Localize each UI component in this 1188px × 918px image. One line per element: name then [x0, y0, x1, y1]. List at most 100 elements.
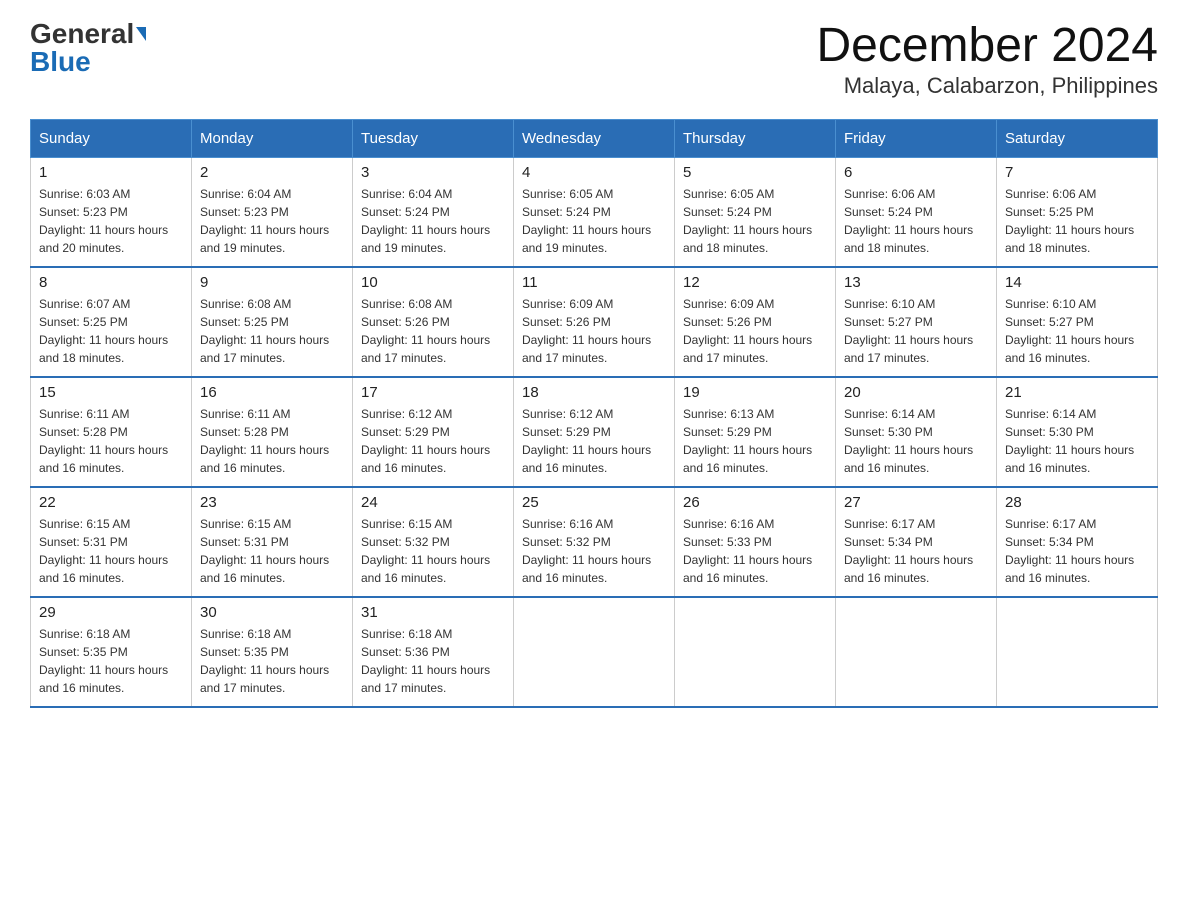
calendar-cell: 20 Sunrise: 6:14 AM Sunset: 5:30 PM Dayl…	[836, 377, 997, 487]
day-info: Sunrise: 6:12 AM Sunset: 5:29 PM Dayligh…	[361, 405, 505, 477]
day-number: 22	[39, 494, 183, 511]
day-number: 24	[361, 494, 505, 511]
day-number: 28	[1005, 494, 1149, 511]
calendar-cell: 27 Sunrise: 6:17 AM Sunset: 5:34 PM Dayl…	[836, 487, 997, 597]
day-number: 29	[39, 604, 183, 621]
day-info: Sunrise: 6:08 AM Sunset: 5:26 PM Dayligh…	[361, 295, 505, 367]
calendar-cell	[836, 597, 997, 707]
day-number: 17	[361, 384, 505, 401]
title-block: December 2024 Malaya, Calabarzon, Philip…	[816, 20, 1158, 99]
day-info: Sunrise: 6:10 AM Sunset: 5:27 PM Dayligh…	[844, 295, 988, 367]
day-number: 3	[361, 164, 505, 181]
day-info: Sunrise: 6:14 AM Sunset: 5:30 PM Dayligh…	[1005, 405, 1149, 477]
calendar-day-header: Tuesday	[353, 119, 514, 157]
day-info: Sunrise: 6:15 AM Sunset: 5:32 PM Dayligh…	[361, 515, 505, 587]
day-info: Sunrise: 6:05 AM Sunset: 5:24 PM Dayligh…	[522, 185, 666, 257]
page-header: General Blue December 2024 Malaya, Calab…	[30, 20, 1158, 99]
day-number: 16	[200, 384, 344, 401]
logo-blue-text: Blue	[30, 48, 91, 76]
day-info: Sunrise: 6:04 AM Sunset: 5:24 PM Dayligh…	[361, 185, 505, 257]
calendar-cell	[997, 597, 1158, 707]
calendar-cell: 1 Sunrise: 6:03 AM Sunset: 5:23 PM Dayli…	[31, 157, 192, 267]
calendar-cell: 18 Sunrise: 6:12 AM Sunset: 5:29 PM Dayl…	[514, 377, 675, 487]
day-number: 25	[522, 494, 666, 511]
calendar-cell: 2 Sunrise: 6:04 AM Sunset: 5:23 PM Dayli…	[192, 157, 353, 267]
day-info: Sunrise: 6:06 AM Sunset: 5:25 PM Dayligh…	[1005, 185, 1149, 257]
day-number: 7	[1005, 164, 1149, 181]
day-info: Sunrise: 6:16 AM Sunset: 5:32 PM Dayligh…	[522, 515, 666, 587]
calendar-cell: 10 Sunrise: 6:08 AM Sunset: 5:26 PM Dayl…	[353, 267, 514, 377]
calendar-day-header: Wednesday	[514, 119, 675, 157]
calendar-cell: 13 Sunrise: 6:10 AM Sunset: 5:27 PM Dayl…	[836, 267, 997, 377]
calendar-day-header: Monday	[192, 119, 353, 157]
calendar-cell: 16 Sunrise: 6:11 AM Sunset: 5:28 PM Dayl…	[192, 377, 353, 487]
calendar-cell: 9 Sunrise: 6:08 AM Sunset: 5:25 PM Dayli…	[192, 267, 353, 377]
day-number: 26	[683, 494, 827, 511]
calendar-cell: 17 Sunrise: 6:12 AM Sunset: 5:29 PM Dayl…	[353, 377, 514, 487]
calendar-cell: 23 Sunrise: 6:15 AM Sunset: 5:31 PM Dayl…	[192, 487, 353, 597]
day-info: Sunrise: 6:13 AM Sunset: 5:29 PM Dayligh…	[683, 405, 827, 477]
day-info: Sunrise: 6:03 AM Sunset: 5:23 PM Dayligh…	[39, 185, 183, 257]
day-number: 13	[844, 274, 988, 291]
day-number: 15	[39, 384, 183, 401]
day-info: Sunrise: 6:06 AM Sunset: 5:24 PM Dayligh…	[844, 185, 988, 257]
day-number: 20	[844, 384, 988, 401]
location-title: Malaya, Calabarzon, Philippines	[816, 73, 1158, 99]
calendar-cell: 5 Sunrise: 6:05 AM Sunset: 5:24 PM Dayli…	[675, 157, 836, 267]
day-number: 18	[522, 384, 666, 401]
day-info: Sunrise: 6:09 AM Sunset: 5:26 PM Dayligh…	[683, 295, 827, 367]
day-info: Sunrise: 6:12 AM Sunset: 5:29 PM Dayligh…	[522, 405, 666, 477]
calendar-header-row: SundayMondayTuesdayWednesdayThursdayFrid…	[31, 119, 1158, 157]
calendar-cell: 4 Sunrise: 6:05 AM Sunset: 5:24 PM Dayli…	[514, 157, 675, 267]
day-info: Sunrise: 6:10 AM Sunset: 5:27 PM Dayligh…	[1005, 295, 1149, 367]
calendar-week-row: 15 Sunrise: 6:11 AM Sunset: 5:28 PM Dayl…	[31, 377, 1158, 487]
calendar-cell: 29 Sunrise: 6:18 AM Sunset: 5:35 PM Dayl…	[31, 597, 192, 707]
calendar-week-row: 22 Sunrise: 6:15 AM Sunset: 5:31 PM Dayl…	[31, 487, 1158, 597]
month-title: December 2024	[816, 20, 1158, 73]
calendar-cell	[514, 597, 675, 707]
day-info: Sunrise: 6:07 AM Sunset: 5:25 PM Dayligh…	[39, 295, 183, 367]
day-number: 4	[522, 164, 666, 181]
day-number: 27	[844, 494, 988, 511]
day-info: Sunrise: 6:16 AM Sunset: 5:33 PM Dayligh…	[683, 515, 827, 587]
day-info: Sunrise: 6:18 AM Sunset: 5:35 PM Dayligh…	[39, 625, 183, 697]
calendar-cell	[675, 597, 836, 707]
day-number: 9	[200, 274, 344, 291]
calendar-cell: 30 Sunrise: 6:18 AM Sunset: 5:35 PM Dayl…	[192, 597, 353, 707]
calendar-cell: 22 Sunrise: 6:15 AM Sunset: 5:31 PM Dayl…	[31, 487, 192, 597]
day-info: Sunrise: 6:17 AM Sunset: 5:34 PM Dayligh…	[844, 515, 988, 587]
calendar-cell: 3 Sunrise: 6:04 AM Sunset: 5:24 PM Dayli…	[353, 157, 514, 267]
day-number: 5	[683, 164, 827, 181]
day-number: 21	[1005, 384, 1149, 401]
day-info: Sunrise: 6:17 AM Sunset: 5:34 PM Dayligh…	[1005, 515, 1149, 587]
day-info: Sunrise: 6:14 AM Sunset: 5:30 PM Dayligh…	[844, 405, 988, 477]
calendar-cell: 26 Sunrise: 6:16 AM Sunset: 5:33 PM Dayl…	[675, 487, 836, 597]
calendar-cell: 7 Sunrise: 6:06 AM Sunset: 5:25 PM Dayli…	[997, 157, 1158, 267]
day-number: 23	[200, 494, 344, 511]
calendar-cell: 19 Sunrise: 6:13 AM Sunset: 5:29 PM Dayl…	[675, 377, 836, 487]
day-info: Sunrise: 6:11 AM Sunset: 5:28 PM Dayligh…	[39, 405, 183, 477]
day-number: 1	[39, 164, 183, 181]
calendar-cell: 28 Sunrise: 6:17 AM Sunset: 5:34 PM Dayl…	[997, 487, 1158, 597]
day-number: 30	[200, 604, 344, 621]
day-info: Sunrise: 6:08 AM Sunset: 5:25 PM Dayligh…	[200, 295, 344, 367]
calendar-cell: 8 Sunrise: 6:07 AM Sunset: 5:25 PM Dayli…	[31, 267, 192, 377]
day-number: 19	[683, 384, 827, 401]
calendar-day-header: Saturday	[997, 119, 1158, 157]
day-info: Sunrise: 6:15 AM Sunset: 5:31 PM Dayligh…	[39, 515, 183, 587]
day-info: Sunrise: 6:11 AM Sunset: 5:28 PM Dayligh…	[200, 405, 344, 477]
calendar-cell: 31 Sunrise: 6:18 AM Sunset: 5:36 PM Dayl…	[353, 597, 514, 707]
day-number: 8	[39, 274, 183, 291]
calendar-week-row: 29 Sunrise: 6:18 AM Sunset: 5:35 PM Dayl…	[31, 597, 1158, 707]
calendar-table: SundayMondayTuesdayWednesdayThursdayFrid…	[30, 119, 1158, 709]
calendar-day-header: Thursday	[675, 119, 836, 157]
day-number: 12	[683, 274, 827, 291]
calendar-week-row: 1 Sunrise: 6:03 AM Sunset: 5:23 PM Dayli…	[31, 157, 1158, 267]
calendar-cell: 15 Sunrise: 6:11 AM Sunset: 5:28 PM Dayl…	[31, 377, 192, 487]
day-info: Sunrise: 6:18 AM Sunset: 5:36 PM Dayligh…	[361, 625, 505, 697]
day-number: 2	[200, 164, 344, 181]
calendar-cell: 12 Sunrise: 6:09 AM Sunset: 5:26 PM Dayl…	[675, 267, 836, 377]
calendar-cell: 21 Sunrise: 6:14 AM Sunset: 5:30 PM Dayl…	[997, 377, 1158, 487]
day-number: 11	[522, 274, 666, 291]
calendar-day-header: Friday	[836, 119, 997, 157]
